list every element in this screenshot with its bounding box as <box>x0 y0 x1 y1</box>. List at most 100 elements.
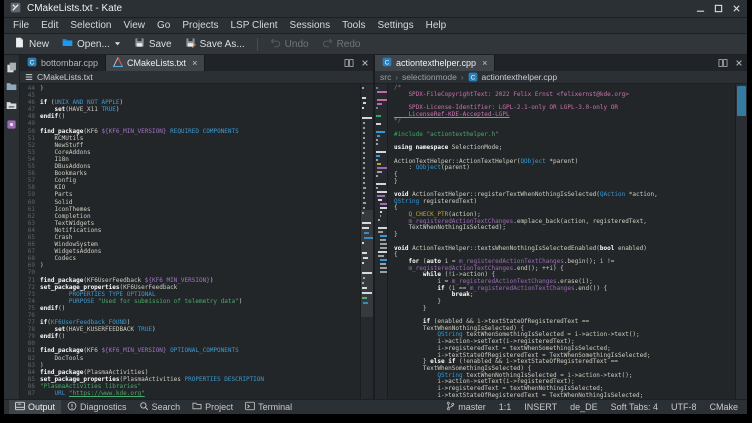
minimize-button[interactable] <box>696 4 705 13</box>
split-view-button[interactable] <box>341 55 357 71</box>
diagnostics-icon <box>67 401 77 413</box>
menu-tools[interactable]: Tools <box>336 20 371 31</box>
save-icon <box>134 37 145 51</box>
syntax-mode[interactable]: CMake <box>709 402 738 412</box>
right-editor: /* SPDX-FileCopyrightText: 2022 Felix Er… <box>375 84 747 399</box>
new-document-icon <box>14 37 25 51</box>
tab-close-icon[interactable]: × <box>192 59 197 68</box>
breadcrumb-src[interactable]: src <box>380 72 391 82</box>
minimap-view-indicator[interactable] <box>361 210 373 317</box>
right-editor-pane: C actiontexthelper.cpp × src › selection… <box>375 55 747 399</box>
menu-projects[interactable]: Projects <box>176 20 224 31</box>
search-icon <box>139 401 149 413</box>
diagnostics-label: Diagnostics <box>80 402 127 412</box>
tab-cmakelists-txt[interactable]: CMakeLists.txt × <box>106 55 205 71</box>
open-folder-icon <box>62 37 73 51</box>
svg-text:C: C <box>470 75 475 82</box>
tab-label: actiontexthelper.cpp <box>396 58 476 68</box>
close-view-button[interactable] <box>731 55 747 71</box>
tab-label: bottombar.cpp <box>41 58 98 68</box>
menu-view[interactable]: View <box>118 20 152 31</box>
right-minimap[interactable] <box>375 84 388 399</box>
window-close-button[interactable] <box>732 4 741 13</box>
save-as-icon <box>185 37 196 51</box>
left-breadcrumb: CMakeLists.txt <box>20 71 373 84</box>
git-branch-indicator[interactable]: master <box>446 401 486 413</box>
search-label: Search <box>152 402 181 412</box>
menu-selection[interactable]: Selection <box>64 20 117 31</box>
open-button[interactable]: Open... <box>56 35 127 53</box>
cpp-file-icon: C <box>382 57 392 69</box>
left-code-area[interactable]: 44)4546if (UNIX AND NOT APPLE)47 set(HAV… <box>20 84 360 399</box>
diagnostics-panel-button[interactable]: Diagnostics <box>61 400 133 414</box>
left-minimap[interactable] <box>360 84 373 399</box>
save-button[interactable]: Save <box>128 35 178 53</box>
tab-actiontexthelper-cpp[interactable]: C actiontexthelper.cpp × <box>375 55 495 71</box>
cpp-file-icon: C <box>468 72 478 82</box>
breadcrumb-separator: › <box>395 73 398 82</box>
menu-lsp-client[interactable]: LSP Client <box>224 20 283 31</box>
breadcrumb-selectionmode[interactable]: selectionmode <box>402 72 457 82</box>
document-list-icon[interactable] <box>25 73 33 81</box>
left-tab-bar: C bottombar.cpp CMakeLists.txt × <box>20 55 373 71</box>
svg-text:C: C <box>385 60 390 67</box>
menu-settings[interactable]: Settings <box>371 20 419 31</box>
main-content: C bottombar.cpp CMakeLists.txt × CMakeLi… <box>4 55 747 399</box>
dictionary[interactable]: de_DE <box>570 402 598 412</box>
tab-bar-spacer <box>495 55 715 71</box>
terminal-icon <box>245 401 255 413</box>
save-as-button[interactable]: Save As... <box>179 35 251 53</box>
filesystem-browser-icon[interactable] <box>6 81 17 92</box>
split-view-button[interactable] <box>715 55 731 71</box>
maximize-button[interactable] <box>714 4 723 13</box>
new-button-label: New <box>29 39 49 50</box>
cpp-file-icon: C <box>27 57 37 69</box>
menu-help[interactable]: Help <box>420 20 453 31</box>
cursor-position[interactable]: 1:1 <box>499 402 512 412</box>
plugins-icon[interactable] <box>6 119 17 130</box>
encoding[interactable]: UTF-8 <box>671 402 697 412</box>
input-mode[interactable]: INSERT <box>524 402 557 412</box>
dropdown-arrow-icon[interactable] <box>114 39 121 50</box>
breadcrumb-file[interactable]: CMakeLists.txt <box>37 72 93 82</box>
status-bar: Output Diagnostics Search Project Termin… <box>4 399 747 414</box>
menu-bar: File Edit Selection View Go Projects LSP… <box>4 18 747 34</box>
search-panel-button[interactable]: Search <box>133 400 187 414</box>
menu-edit[interactable]: Edit <box>35 20 64 31</box>
documents-icon[interactable] <box>6 62 17 73</box>
project-panel-button[interactable]: Project <box>186 400 239 414</box>
save-as-button-label: Save As... <box>200 39 245 50</box>
breadcrumb-separator: › <box>461 73 464 82</box>
close-view-button[interactable] <box>357 55 373 71</box>
output-panel-button[interactable]: Output <box>9 400 61 414</box>
terminal-panel-button[interactable]: Terminal <box>239 400 298 414</box>
title-bar[interactable]: CMakeLists.txt - Kate <box>4 0 747 18</box>
tab-bar-spacer <box>205 55 341 71</box>
save-button-label: Save <box>149 39 172 50</box>
tab-mode[interactable]: Soft Tabs: 4 <box>611 402 658 412</box>
toolbar-separator <box>257 38 258 51</box>
menu-sessions[interactable]: Sessions <box>284 20 337 31</box>
redo-icon <box>322 37 333 51</box>
branch-name: master <box>458 402 486 412</box>
undo-button[interactable]: Undo <box>264 35 315 53</box>
open-button-label: Open... <box>77 39 110 50</box>
scrollbar-thumb[interactable] <box>737 86 746 116</box>
redo-button-label: Redo <box>337 39 361 50</box>
tab-close-icon[interactable]: × <box>482 59 487 68</box>
tab-bottombar-cpp[interactable]: C bottombar.cpp <box>20 55 106 71</box>
undo-button-label: Undo <box>285 39 309 50</box>
right-scrollbar[interactable] <box>735 84 747 399</box>
redo-button[interactable]: Redo <box>316 35 367 53</box>
right-code-area[interactable]: /* SPDX-FileCopyrightText: 2022 Felix Er… <box>388 84 735 399</box>
terminal-label: Terminal <box>258 402 292 412</box>
breadcrumb-file[interactable]: actiontexthelper.cpp <box>482 72 558 82</box>
git-branch-icon <box>446 401 455 413</box>
left-editor-pane: C bottombar.cpp CMakeLists.txt × CMakeLi… <box>20 55 373 399</box>
menu-go[interactable]: Go <box>151 20 176 31</box>
projects-icon[interactable] <box>6 100 17 111</box>
new-button[interactable]: New <box>8 35 55 53</box>
left-dock <box>4 55 20 399</box>
menu-file[interactable]: File <box>7 20 35 31</box>
toolbar: New Open... Save Save As... Undo Redo <box>4 34 747 55</box>
